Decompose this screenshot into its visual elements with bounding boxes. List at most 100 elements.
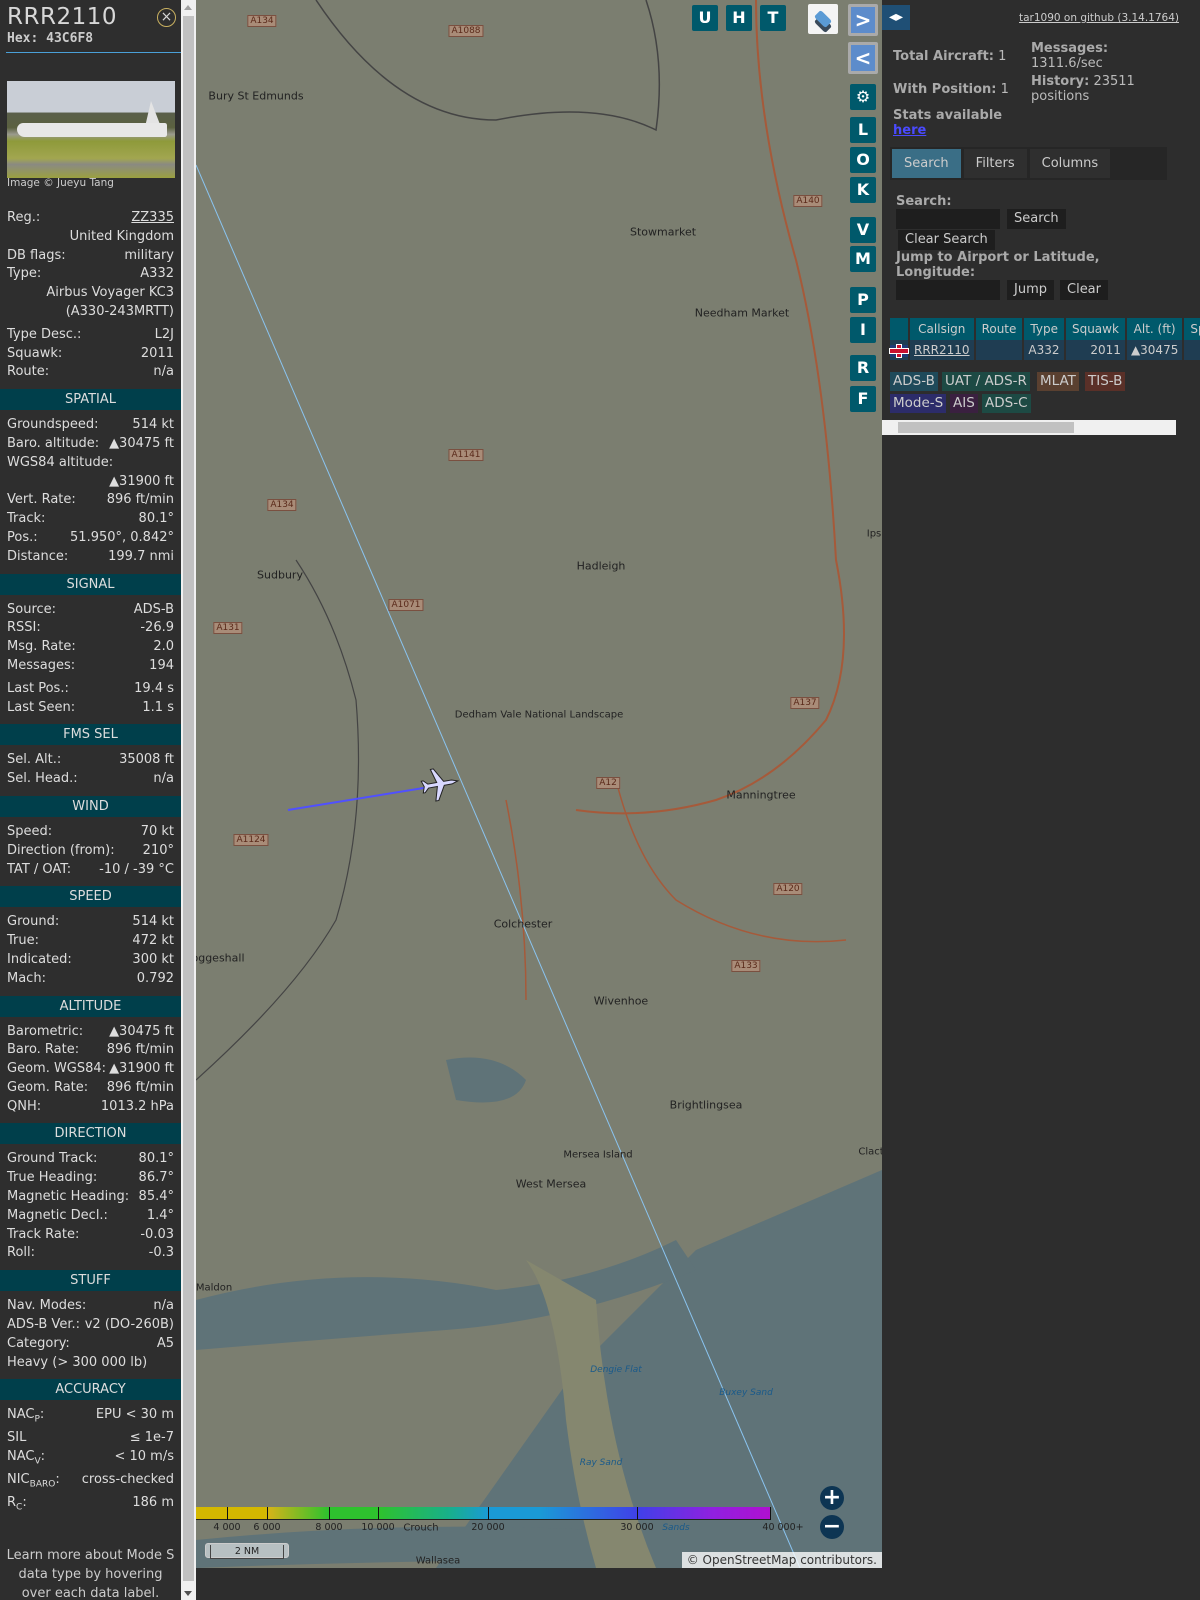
collapse-sidebar-button[interactable]: < [848,42,878,74]
map-button-m[interactable]: M [850,246,876,272]
map-button-k[interactable]: K [850,177,876,203]
info-value: A5 [156,1335,174,1351]
aircraft-photo[interactable] [7,81,175,178]
info-value: 896 ft/min [106,492,174,508]
info-row: Sel. Alt.: 35008 ft [0,751,181,770]
info-value: 0.792 [136,970,174,986]
info-label: True: [7,933,39,949]
tab-search[interactable]: Search [892,149,961,178]
info-label: Nav. Modes: [7,1298,87,1314]
section-direction: DIRECTION [0,1123,181,1145]
info-row: Indicated: 300 kt [0,951,181,970]
info-row: Reg.: ZZ335 [0,209,181,228]
info-value: 35008 ft [119,752,174,768]
info-value: n/a [153,1298,174,1314]
column-altitude[interactable]: Alt. (ft) [1126,318,1183,340]
source-filter-tis-b[interactable]: TIS-B [1085,372,1126,391]
map-button-v[interactable]: V [850,217,876,243]
info-row: RSSI: -26.9 [0,619,181,638]
map-button-h[interactable]: H [726,5,752,31]
road-label: A134 [247,15,277,27]
info-row: Geom. WGS84: ▲31900 ft [0,1060,181,1079]
info-value: -0.03 [140,1226,174,1242]
jump-label: Jump to Airport or Latitude, Longitude: [896,250,1100,280]
info-value: A332 [140,266,174,282]
search-input[interactable] [896,209,1000,229]
map-button-i[interactable]: I [850,317,876,343]
info-label: RSSI: [7,620,41,636]
row-callsign[interactable]: RRR2110 [910,340,974,360]
info-value: 210° [142,842,174,858]
source-filter-mode-s[interactable]: Mode-S [890,394,947,413]
aircraft-icon[interactable] [419,765,460,803]
settings-gear-icon[interactable]: ⚙ [850,84,876,110]
section-accuracy: ACCURACY [0,1379,181,1401]
info-label: NICBARO: [7,1471,60,1490]
info-row: Magnetic Heading: 85.4° [0,1188,181,1207]
info-value: 51.950°, 0.842° [70,529,174,545]
info-label: WGS84 altitude: [7,454,114,470]
expand-sidebar-button[interactable]: > [848,4,878,36]
source-filter-mlat[interactable]: MLAT [1037,372,1079,391]
info-value: 300 kt [132,951,174,967]
search-button[interactable]: Search [1007,209,1066,229]
column-speed[interactable]: Sp [1184,318,1200,340]
layers-button[interactable] [808,4,838,34]
map-button-l[interactable]: L [850,117,876,143]
github-link[interactable]: tar1090 on github (3.14.1764) [1019,12,1179,24]
column-route[interactable]: Route [975,318,1023,340]
map[interactable]: Bury St Edmunds Stowmarket Needham Market S… [196,0,882,1568]
map-attribution[interactable]: © OpenStreetMap contributors. [681,1552,882,1568]
registration-link[interactable]: ZZ335 [131,209,174,228]
info-value: 80.1° [138,511,174,527]
column-callsign[interactable]: Callsign [910,318,974,340]
info-value: n/a [153,364,174,380]
info-row: Magnetic Decl.: 1.4° [0,1207,181,1226]
close-icon[interactable]: × [157,8,176,27]
map-button-f[interactable]: F [850,386,876,412]
map-place-label: Colchester [493,917,553,931]
info-row: Speed: 70 kt [0,823,181,842]
info-row: NACP: EPU < 30 m [0,1406,181,1425]
info-label: Magnetic Decl.: [7,1207,108,1223]
map-place-label: Ips [866,528,882,540]
info-scrollbar[interactable] [181,0,196,1600]
clear-jump-button[interactable]: Clear [1060,280,1108,300]
info-row: True Heading: 86.7° [0,1169,181,1188]
table-row[interactable]: RRR2110 A332 2011 ▲30475 [890,340,1200,360]
toggle-sidebar-button[interactable]: ◂▸ [882,5,910,30]
map-button-u[interactable]: U [692,5,718,31]
clear-search-button[interactable]: Clear Search [898,230,995,250]
stats-link[interactable]: here [893,123,926,138]
info-row: Last Seen: 1.1 s [0,699,181,718]
map-button-o[interactable]: O [850,147,876,173]
jump-input[interactable] [896,280,1000,300]
map-place-label: Needham Market [694,306,790,320]
tab-columns[interactable]: Columns [1029,149,1111,178]
row-route [975,340,1023,360]
altitude-legend-label: 6 000 [253,1522,281,1533]
info-value: 472 kt [132,933,174,949]
source-filter-ais[interactable]: AIS [950,394,978,413]
column-squawk[interactable]: Squawk [1065,318,1125,340]
zoom-in-button[interactable]: + [820,1486,844,1510]
source-filter-ads-c[interactable]: ADS-C [982,394,1031,413]
column-type[interactable]: Type [1024,318,1064,340]
map-button-r[interactable]: R [850,355,876,381]
column-flag[interactable] [890,318,908,340]
source-filter-uat-ads-r[interactable]: UAT / ADS-R [942,372,1030,391]
info-label: Track: [7,511,46,527]
altitude-legend-label: 4 000 [213,1522,241,1533]
tab-filters[interactable]: Filters [963,149,1027,178]
map-place-label: Buxey Sand [719,1388,773,1398]
info-row: Route: n/a [0,363,181,382]
table-scrollbar[interactable] [882,420,1176,435]
map-place-label: Wivenhoe [593,994,649,1008]
info-label: NACP: [7,1407,45,1426]
map-button-t[interactable]: T [760,5,786,31]
info-row: Barometric: ▲30475 ft [0,1023,181,1042]
source-filter-ads-b[interactable]: ADS-B [890,372,938,391]
map-button-p[interactable]: P [850,287,876,313]
zoom-out-button[interactable]: − [820,1515,844,1539]
jump-button[interactable]: Jump [1007,280,1054,300]
